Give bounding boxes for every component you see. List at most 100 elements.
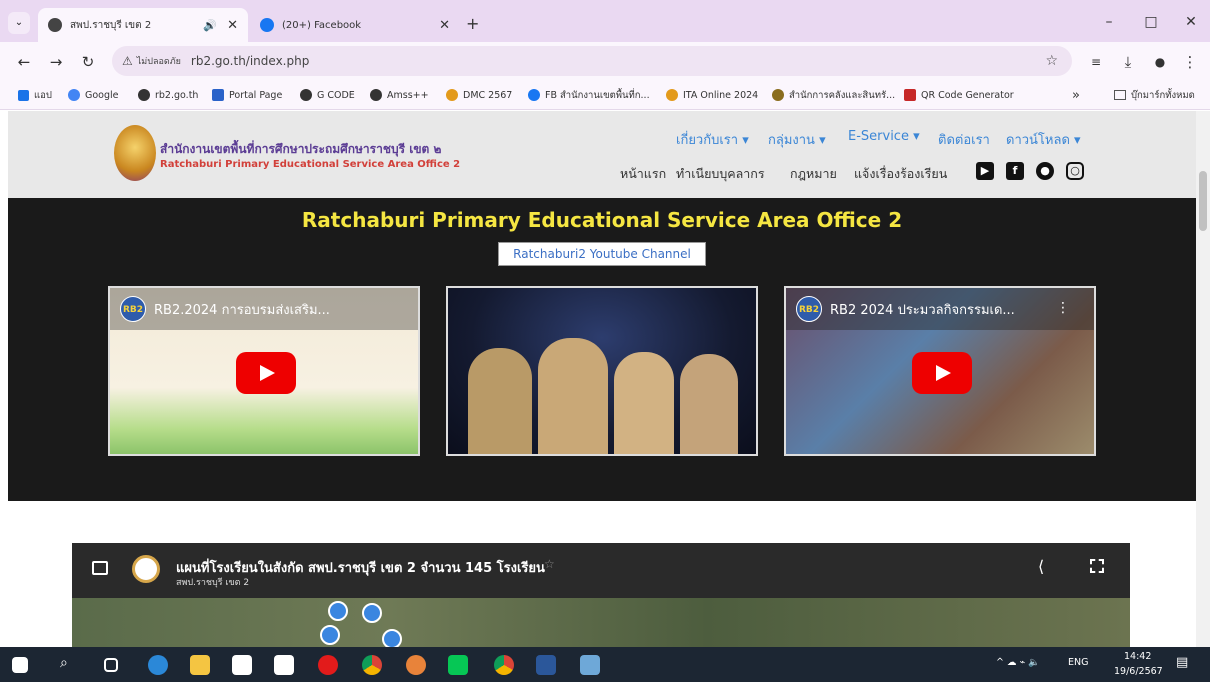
map-star-icon[interactable]: ☆: [544, 557, 555, 571]
bookmark-google[interactable]: Google: [68, 87, 119, 103]
video-title[interactable]: RB2 RB2.2024 การอบรมส่งเสริม...: [120, 296, 330, 322]
youtube-channel-link[interactable]: Ratchaburi2 Youtube Channel: [498, 242, 706, 266]
messenger-icon[interactable]: ●: [1036, 162, 1054, 180]
school-pin[interactable]: [320, 625, 340, 645]
portal-icon: [212, 89, 224, 101]
tab-facebook[interactable]: (20+) Facebook ✕: [250, 8, 460, 42]
clock-date[interactable]: 19/6/2567: [1114, 666, 1163, 677]
minimize-button[interactable]: –: [1094, 10, 1124, 34]
maximize-button[interactable]: □: [1136, 10, 1166, 34]
mail-icon[interactable]: [274, 655, 294, 675]
menu-law[interactable]: กฎหมาย: [790, 164, 837, 184]
tab-facebook-label: (20+) Facebook: [282, 19, 362, 31]
word-icon[interactable]: [536, 655, 556, 675]
browser-tab-strip: ⌄ สพป.ราชบุรี เขต 2 🔊 ✕ (20+) Facebook ✕…: [0, 0, 1210, 42]
task-view-icon[interactable]: [104, 658, 118, 672]
bookmarks-more-button[interactable]: »: [1072, 87, 1080, 103]
windows-start-icon[interactable]: [12, 657, 28, 673]
video-title[interactable]: RB2 RB2 2024 ประมวลกิจกรรมเด...: [796, 296, 1015, 322]
apps-grid-icon: [18, 89, 29, 101]
bookmark-qr[interactable]: QR Code Generator: [904, 87, 1014, 103]
bookmark-rb2[interactable]: rb2.go.th: [138, 87, 198, 103]
org-name-thai[interactable]: สำนักงานเขตพื้นที่การศึกษาประถมศึกษาราชบ…: [160, 140, 441, 159]
bookmark-gcode[interactable]: G CODE: [300, 87, 355, 103]
school-pin[interactable]: [362, 603, 382, 623]
school-map-embed[interactable]: แผนที่โรงเรียนในสังกัด สพป.ราชบุรี เขต 2…: [72, 543, 1130, 647]
youtube-icon[interactable]: ▶: [976, 162, 994, 180]
tab-close-icon[interactable]: ✕: [227, 18, 238, 33]
warning-icon[interactable]: ⚠: [122, 54, 133, 68]
fullscreen-icon[interactable]: [1090, 559, 1104, 573]
site-logo[interactable]: [114, 125, 156, 181]
video-embed-3[interactable]: RB2 RB2 2024 ประมวลกิจกรรมเด... ⋮: [784, 286, 1096, 456]
menu-home[interactable]: หน้าแรก: [620, 164, 666, 184]
bookmark-finance[interactable]: สำนักการคลังและสินทรั...: [772, 87, 895, 103]
video-more-icon[interactable]: ⋮: [1056, 300, 1070, 316]
all-bookmarks-folder[interactable]: บุ๊กมาร์กทั้งหมด: [1114, 87, 1195, 103]
instagram-icon[interactable]: ○: [1066, 162, 1084, 180]
reload-button[interactable]: ↻: [76, 50, 100, 74]
bookmark-fb-office[interactable]: FB สำนักงานเขตพื้นที่ก...: [528, 87, 650, 103]
bookmark-apps[interactable]: แอป: [18, 87, 52, 103]
globe-icon: [370, 89, 382, 101]
menu-eservice[interactable]: E-Service ▾: [848, 129, 920, 144]
tab-rb2[interactable]: สพป.ราชบุรี เขต 2 🔊 ✕: [38, 8, 248, 42]
star-icon[interactable]: ☆: [1045, 53, 1058, 69]
security-chip[interactable]: ไม่ปลอดภัย: [137, 54, 181, 68]
school-pin[interactable]: [382, 629, 402, 647]
page-scrollbar[interactable]: [1196, 111, 1210, 647]
forward-button[interactable]: →: [44, 50, 68, 74]
menu-icon[interactable]: ⋮: [1178, 50, 1202, 74]
new-tab-button[interactable]: +: [466, 14, 479, 33]
tab-close-icon[interactable]: ✕: [439, 18, 450, 33]
menu-about[interactable]: เกี่ยวกับเรา ▾: [676, 129, 749, 150]
address-bar[interactable]: ⚠ ไม่ปลอดภัย rb2.go.th/index.php ☆: [112, 46, 1072, 76]
url-text[interactable]: rb2.go.th/index.php: [191, 54, 309, 68]
map-subtitle[interactable]: สพป.ราชบุรี เขต 2: [176, 575, 249, 589]
input-language[interactable]: ENG: [1068, 657, 1088, 668]
audio-icon[interactable]: 🔊: [203, 19, 217, 32]
video-embed-1[interactable]: RB2 RB2.2024 การอบรมส่งเสริม...: [108, 286, 420, 456]
map-owner-avatar[interactable]: [132, 555, 160, 583]
menu-download[interactable]: ดาวน์โหลด ▾: [1006, 129, 1081, 150]
menu-contact[interactable]: ติดต่อเรา: [938, 129, 990, 150]
chrome-icon[interactable]: [362, 655, 382, 675]
app-icon[interactable]: [580, 655, 600, 675]
line-icon[interactable]: [448, 655, 468, 675]
edge-icon[interactable]: [148, 655, 168, 675]
opera-icon[interactable]: [318, 655, 338, 675]
reading-list-icon[interactable]: ≡: [1084, 50, 1108, 74]
bookmark-amss[interactable]: Amss++: [370, 87, 429, 103]
back-button[interactable]: ←: [12, 50, 36, 74]
org-name-english[interactable]: Ratchaburi Primary Educational Service A…: [160, 159, 460, 170]
close-window-button[interactable]: ✕: [1176, 10, 1206, 34]
facebook-icon[interactable]: f: [1006, 162, 1024, 180]
file-explorer-icon[interactable]: [190, 655, 210, 675]
clock-time[interactable]: 14:42: [1124, 651, 1151, 662]
tab-search-button[interactable]: ⌄: [8, 12, 30, 34]
tray-icons[interactable]: ^ ☁ ⌁ 🔈: [996, 657, 1040, 668]
download-icon[interactable]: ⤓: [1116, 50, 1140, 74]
bookmark-ita[interactable]: ITA Online 2024: [666, 87, 758, 103]
share-icon[interactable]: ⟨: [1038, 557, 1044, 576]
bookmark-dmc[interactable]: DMC 2567: [446, 87, 512, 103]
channel-avatar[interactable]: RB2: [120, 296, 146, 322]
play-button[interactable]: [912, 352, 972, 394]
bookmark-portal[interactable]: Portal Page: [212, 87, 282, 103]
chrome-alt-icon[interactable]: [494, 655, 514, 675]
extension-icon[interactable]: ●: [1148, 50, 1172, 74]
video-embed-2[interactable]: [446, 286, 758, 456]
map-legend-toggle-icon[interactable]: [92, 561, 108, 575]
channel-avatar[interactable]: RB2: [796, 296, 822, 322]
qr-icon: [904, 89, 916, 101]
school-pin[interactable]: [328, 601, 348, 621]
menu-staff[interactable]: ทำเนียบบุคลากร: [676, 164, 765, 184]
menu-groups[interactable]: กลุ่มงาน ▾: [768, 129, 826, 150]
notification-icon[interactable]: ▤: [1176, 655, 1188, 670]
scrollbar-thumb[interactable]: [1199, 171, 1207, 231]
play-button[interactable]: [236, 352, 296, 394]
menu-complaint[interactable]: แจ้งเรื่องร้องเรียน: [854, 164, 947, 184]
store-icon[interactable]: [232, 655, 252, 675]
chrome-profile-icon[interactable]: [406, 655, 426, 675]
search-icon[interactable]: ⌕: [60, 655, 80, 675]
